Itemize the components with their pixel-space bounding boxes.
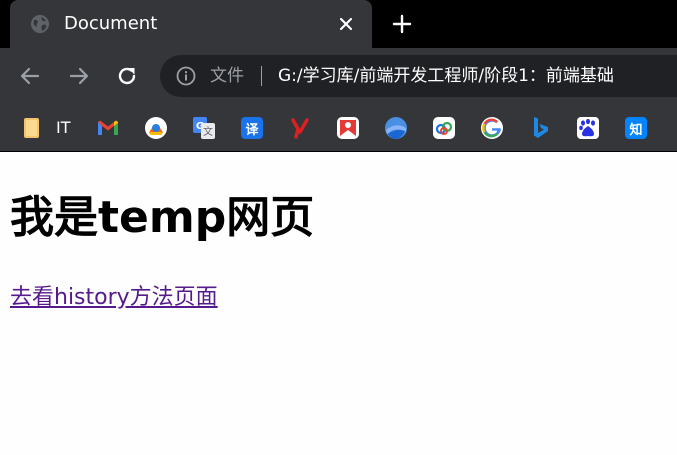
chip-divider (261, 66, 262, 86)
arrow-right-icon (69, 67, 89, 85)
zhihu-icon[interactable]: 知 (624, 116, 648, 140)
plus-icon (392, 14, 412, 34)
bookmark-8-icon[interactable] (432, 116, 456, 140)
address-bar[interactable]: 文件 G:/学习库/前端开发工程师/阶段1：前端基础 (160, 55, 677, 97)
bing-icon[interactable] (528, 116, 552, 140)
reload-icon (118, 67, 136, 85)
page-content: 我是temp网页 去看history方法页面 (0, 152, 677, 455)
folder-icon (24, 118, 39, 138)
toolbar: 文件 G:/学习库/前端开发工程师/阶段1：前端基础 (0, 48, 677, 104)
google-earth-icon[interactable] (384, 116, 408, 140)
youdao-icon[interactable] (288, 116, 312, 140)
back-button[interactable] (17, 63, 43, 89)
google-translate-icon[interactable]: G 文 (192, 116, 216, 140)
tab-active[interactable]: Document (10, 0, 372, 48)
url-text[interactable]: G:/学习库/前端开发工程师/阶段1：前端基础 (278, 65, 614, 87)
baidu-icon[interactable] (576, 116, 600, 140)
bookmarks-bar: IT G 文 译 知 (0, 104, 677, 152)
reload-button[interactable] (114, 63, 140, 89)
info-icon[interactable] (176, 66, 196, 86)
google-icon[interactable] (480, 116, 504, 140)
forward-button[interactable] (66, 63, 92, 89)
bookmark-6-icon[interactable] (336, 116, 360, 140)
history-page-link[interactable]: 去看history方法页面 (10, 284, 218, 312)
browser-window: Document 文件 G:/学习库/前端开发工程师/阶段1：前端基础 IT G… (0, 0, 677, 455)
globe-icon (30, 14, 50, 34)
tab-strip: Document (0, 0, 677, 48)
new-tab-button[interactable] (388, 10, 416, 38)
close-icon[interactable] (334, 12, 358, 36)
gmail-icon[interactable] (96, 116, 120, 140)
svg-text:文: 文 (203, 125, 213, 138)
security-chip-label[interactable]: 文件 (210, 65, 244, 87)
bookmark-folder-label[interactable]: IT (56, 117, 71, 139)
arrow-left-icon (20, 67, 40, 85)
page-heading: 我是temp网页 (10, 192, 315, 243)
bookmark-folder[interactable] (20, 116, 44, 140)
tab-title: Document (64, 13, 158, 34)
bookmark-2-icon[interactable] (144, 116, 168, 140)
translate-icon[interactable]: 译 (240, 116, 264, 140)
